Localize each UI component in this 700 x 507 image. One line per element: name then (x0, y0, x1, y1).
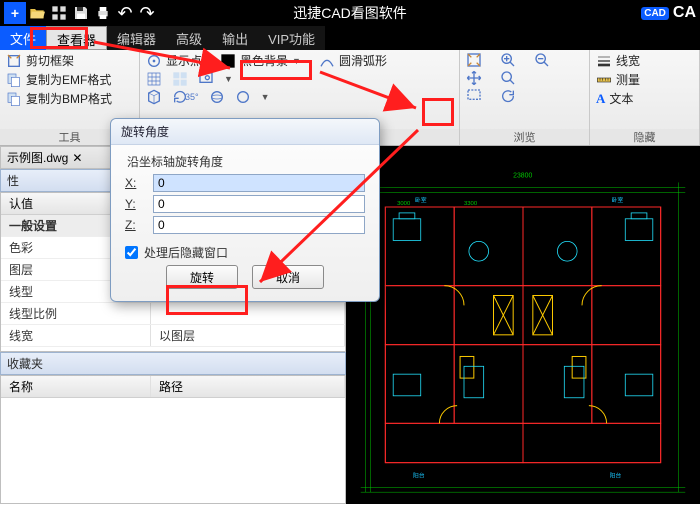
ribbon-lineweight[interactable]: 线宽 (596, 52, 640, 69)
ribbon-copy-bmp[interactable]: 复制为BMP格式 (6, 90, 112, 107)
cube-icon[interactable] (146, 89, 162, 105)
hide-after-label: 处理后隐藏窗口 (144, 244, 228, 261)
fav-col-name: 名称 (1, 376, 151, 397)
zoom-in-icon[interactable] (500, 52, 516, 68)
grid-icon[interactable] (146, 71, 162, 87)
ribbon-text[interactable]: A 文本 (596, 90, 640, 107)
cancel-button[interactable]: 取消 (252, 265, 324, 289)
ribbon-copy-emf[interactable]: 复制为EMF格式 (6, 71, 112, 88)
fav-col-path: 路径 (151, 376, 345, 397)
rotate-dialog: 旋转角度 沿坐标轴旋转角度 X: Y: Z: 处理后隐藏窗口 旋转 取消 (110, 118, 380, 302)
zoom-out-icon[interactable] (534, 52, 550, 68)
svg-text:3000: 3000 (397, 201, 411, 207)
app-boxes-icon[interactable] (48, 2, 70, 24)
prop-row[interactable]: 线型比例 (1, 303, 345, 325)
grid-icon-2[interactable] (172, 71, 188, 87)
menu-file[interactable]: 文件 (0, 26, 46, 50)
zoom-window-icon-2[interactable] (466, 88, 482, 104)
rotate-button[interactable]: 旋转 (166, 265, 238, 289)
axis-z-label: Z: (125, 218, 143, 232)
prop-row[interactable]: 线宽以图层 (1, 325, 345, 347)
zoom-extents-icon[interactable] (466, 52, 482, 68)
close-icon[interactable]: ✕ (72, 151, 82, 165)
svg-text:卧室: 卧室 (612, 196, 624, 204)
new-button[interactable]: + (4, 2, 26, 24)
menu-vip[interactable]: VIP功能 (258, 26, 325, 50)
axis-y-label: Y: (125, 197, 143, 211)
cad-badge: CAD (641, 7, 669, 20)
save-icon[interactable] (70, 2, 92, 24)
ribbon-measure[interactable]: 测量 (596, 71, 640, 88)
hide-after-checkbox[interactable] (125, 246, 138, 259)
ribbon-clipframe[interactable]: 剪切框架 (6, 52, 112, 69)
open-icon[interactable] (26, 2, 48, 24)
chevron-down-icon: ▼ (292, 56, 301, 66)
chevron-down-icon[interactable]: ▼ (261, 92, 270, 102)
svg-text:卧室: 卧室 (415, 196, 427, 204)
ribbon-group-hide-label: 隐藏 (590, 129, 699, 145)
app-title: 迅捷CAD看图软件 (293, 3, 407, 23)
svg-text:23800: 23800 (513, 173, 532, 180)
axis-z-input[interactable] (153, 216, 365, 234)
cad-text: CA (673, 4, 696, 22)
ribbon-group-browse-label: 浏览 (460, 129, 589, 145)
dialog-group-label: 沿坐标轴旋转角度 (125, 153, 365, 170)
menu-output[interactable]: 输出 (212, 26, 258, 50)
ribbon-smootharc[interactable]: 圆滑弧形 (319, 52, 387, 69)
orbit-icon-2[interactable] (235, 89, 251, 105)
print-icon[interactable] (92, 2, 114, 24)
chevron-down-icon[interactable]: ▼ (224, 74, 233, 84)
menu-editor[interactable]: 编辑器 (107, 26, 166, 50)
axis-x-label: X: (125, 176, 143, 190)
drawing-canvas[interactable]: 阳台 阳台 卧室 卧室 23800 3000 3300 (346, 146, 700, 504)
ribbon-showpoints[interactable]: 显示点 (146, 52, 202, 69)
menu-viewer[interactable]: 查看器 (46, 26, 107, 50)
pan-icon[interactable] (466, 70, 482, 86)
rotate-35-tool[interactable]: 35° (172, 89, 199, 105)
undo-icon[interactable]: ↶ (114, 2, 136, 24)
menu-advanced[interactable]: 高级 (166, 26, 212, 50)
axis-y-input[interactable] (153, 195, 365, 213)
zoom-icon[interactable] (500, 70, 516, 86)
svg-text:阳台: 阳台 (610, 471, 622, 479)
redo-icon[interactable]: ↷ (136, 2, 158, 24)
svg-text:阳台: 阳台 (413, 471, 425, 479)
dialog-title: 旋转角度 (111, 119, 379, 145)
zoom-window-icon[interactable] (198, 71, 214, 87)
axis-x-input[interactable] (153, 174, 365, 192)
favorites-panel-title: 收藏夹 (0, 352, 346, 375)
file-tab[interactable]: 示例图.dwg ✕ (7, 149, 82, 166)
orbit-icon[interactable] (209, 89, 225, 105)
svg-text:3300: 3300 (464, 201, 478, 207)
refresh-icon[interactable] (500, 88, 516, 104)
ribbon-blackbg[interactable]: 黑色背景 ▼ (220, 52, 301, 69)
